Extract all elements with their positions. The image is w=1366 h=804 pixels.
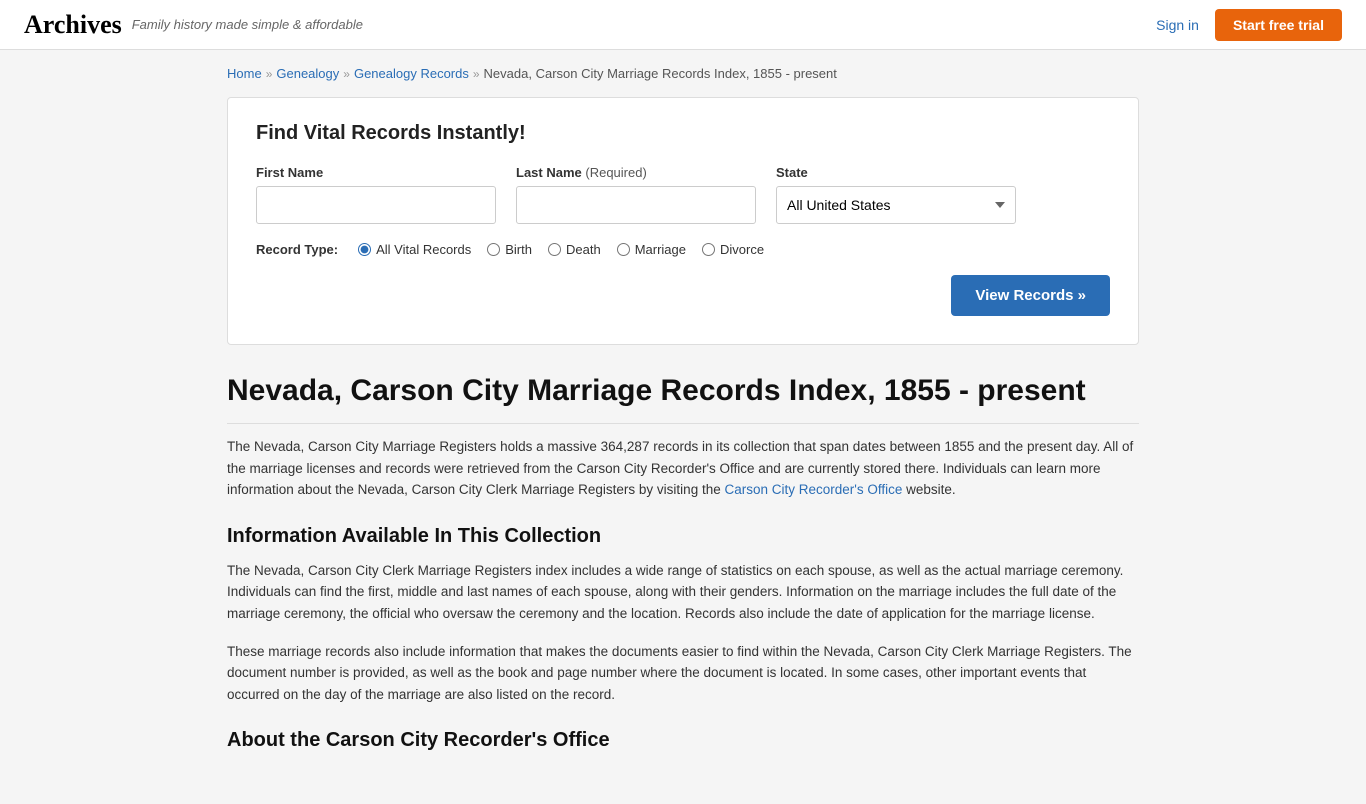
start-trial-button[interactable]: Start free trial [1215, 9, 1342, 41]
record-type-label: Record Type: [256, 242, 338, 257]
first-name-group: First Name [256, 165, 496, 224]
search-box: Find Vital Records Instantly! First Name… [227, 97, 1139, 345]
sign-in-link[interactable]: Sign in [1156, 17, 1199, 33]
breadcrumb-sep-3: » [473, 67, 480, 81]
section1-p1: The Nevada, Carson City Clerk Marriage R… [227, 560, 1139, 625]
search-title: Find Vital Records Instantly! [256, 122, 1110, 145]
section1-p2: These marriage records also include info… [227, 641, 1139, 706]
radio-divorce[interactable] [702, 243, 715, 256]
record-type-marriage[interactable]: Marriage [617, 242, 686, 257]
record-type-row: Record Type: All Vital Records Birth Dea… [256, 242, 1110, 257]
intro-paragraph: The Nevada, Carson City Marriage Registe… [227, 436, 1139, 501]
record-type-birth[interactable]: Birth [487, 242, 532, 257]
radio-birth[interactable] [487, 243, 500, 256]
radio-all-vital[interactable] [358, 243, 371, 256]
search-fields: First Name Last Name (Required) State Al… [256, 165, 1110, 224]
page-title: Nevada, Carson City Marriage Records Ind… [227, 373, 1139, 424]
state-group: State All United States [776, 165, 1016, 224]
view-records-button[interactable]: View Records » [951, 275, 1110, 316]
site-header: Archives Family history made simple & af… [0, 0, 1366, 50]
last-name-label: Last Name (Required) [516, 165, 756, 180]
record-type-divorce[interactable]: Divorce [702, 242, 764, 257]
last-name-input[interactable] [516, 186, 756, 224]
breadcrumb-sep-1: » [266, 67, 273, 81]
breadcrumb-sep-2: » [343, 67, 350, 81]
state-select[interactable]: All United States [776, 186, 1016, 224]
last-name-group: Last Name (Required) [516, 165, 756, 224]
carson-city-recorders-link[interactable]: Carson City Recorder's Office [725, 482, 903, 497]
breadcrumb-genealogy-records[interactable]: Genealogy Records [354, 66, 469, 81]
section2-heading: About the Carson City Recorder's Office [227, 729, 1139, 752]
site-tagline: Family history made simple & affordable [132, 17, 363, 32]
record-type-death[interactable]: Death [548, 242, 601, 257]
state-label: State [776, 165, 1016, 180]
breadcrumb-home[interactable]: Home [227, 66, 262, 81]
breadcrumb: Home » Genealogy » Genealogy Records » N… [227, 66, 1139, 81]
radio-marriage[interactable] [617, 243, 630, 256]
search-actions: View Records » [256, 275, 1110, 316]
site-logo: Archives [24, 10, 122, 40]
first-name-input[interactable] [256, 186, 496, 224]
breadcrumb-genealogy[interactable]: Genealogy [276, 66, 339, 81]
record-type-options: All Vital Records Birth Death Marriage D… [358, 242, 764, 257]
first-name-label: First Name [256, 165, 496, 180]
radio-death[interactable] [548, 243, 561, 256]
header-left: Archives Family history made simple & af… [24, 10, 363, 40]
record-type-all-vital[interactable]: All Vital Records [358, 242, 471, 257]
header-right: Sign in Start free trial [1156, 9, 1342, 41]
main-content: Home » Genealogy » Genealogy Records » N… [203, 50, 1163, 804]
section1-heading: Information Available In This Collection [227, 525, 1139, 548]
breadcrumb-current: Nevada, Carson City Marriage Records Ind… [484, 66, 837, 81]
